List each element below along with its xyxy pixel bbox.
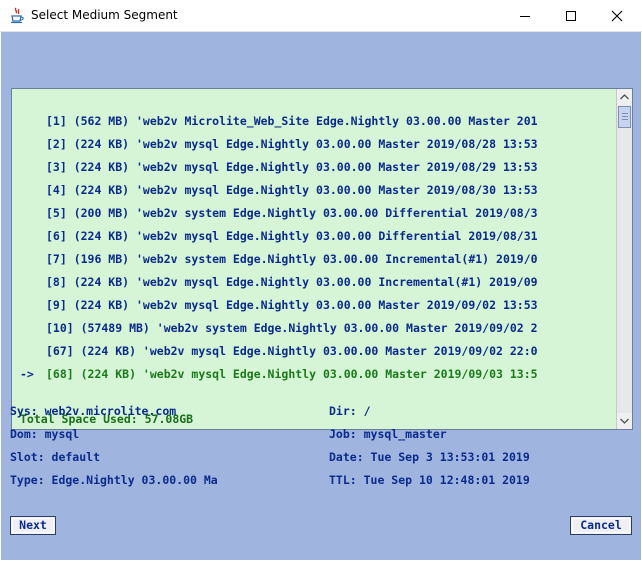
- close-icon: [611, 10, 623, 22]
- segment-list-rows: [1] (562 MB) 'web2v Microlite_Web_Site E…: [12, 109, 616, 385]
- list-item-text: [67] (224 KB) 'web2v mysql Edge.Nightly …: [46, 344, 538, 358]
- list-item[interactable]: [1] (562 MB) 'web2v Microlite_Web_Site E…: [12, 109, 616, 132]
- list-item[interactable]: [67] (224 KB) 'web2v mysql Edge.Nightly …: [12, 339, 616, 362]
- title-bar[interactable]: Select Medium Segment: [0, 0, 642, 32]
- next-button[interactable]: Next: [10, 516, 56, 535]
- list-item-text: [5] (200 MB) 'web2v system Edge.Nightly …: [46, 206, 538, 220]
- list-item[interactable]: [8] (224 KB) 'web2v mysql Edge.Nightly 0…: [12, 270, 616, 293]
- list-item-text: [8] (224 KB) 'web2v mysql Edge.Nightly 0…: [46, 275, 538, 289]
- chevron-down-icon: [620, 418, 629, 424]
- list-item-text: [68] (224 KB) 'web2v mysql Edge.Nightly …: [46, 367, 538, 381]
- job-field: Job: mysql_master: [329, 427, 447, 441]
- window-title: Select Medium Segment: [31, 8, 178, 22]
- list-item-text: [9] (224 KB) 'web2v mysql Edge.Nightly 0…: [46, 298, 538, 312]
- scroll-thumb[interactable]: [618, 106, 631, 128]
- minimize-icon: [520, 16, 530, 17]
- list-item[interactable]: [4] (224 KB) 'web2v mysql Edge.Nightly 0…: [12, 178, 616, 201]
- sys-field: Sys: web2v.microlite.com: [10, 404, 177, 418]
- close-button[interactable]: [594, 0, 640, 31]
- chevron-up-icon: [620, 94, 629, 100]
- type-field: Type: Edge.Nightly 03.00.00 Ma: [10, 473, 218, 487]
- minimize-button[interactable]: [502, 0, 548, 31]
- dom-field: Dom: mysql: [10, 427, 80, 441]
- cancel-button[interactable]: Cancel: [570, 516, 632, 535]
- list-item[interactable]: [2] (224 KB) 'web2v mysql Edge.Nightly 0…: [12, 132, 616, 155]
- date-field: Date: Tue Sep 3 13:53:01 2019: [329, 450, 530, 464]
- dir-field: Dir: /: [329, 404, 371, 418]
- list-item[interactable]: [3] (224 KB) 'web2v mysql Edge.Nightly 0…: [12, 155, 616, 178]
- maximize-button[interactable]: [548, 0, 594, 31]
- list-item-text: [1] (562 MB) 'web2v Microlite_Web_Site E…: [46, 114, 538, 128]
- slot-field: Slot: default: [10, 450, 101, 464]
- list-item[interactable]: [5] (200 MB) 'web2v system Edge.Nightly …: [12, 201, 616, 224]
- list-item[interactable]: [9] (224 KB) 'web2v mysql Edge.Nightly 0…: [12, 293, 616, 316]
- segment-list[interactable]: [1] (562 MB) 'web2v Microlite_Web_Site E…: [11, 88, 633, 430]
- list-item-text: [7] (196 MB) 'web2v system Edge.Nightly …: [46, 252, 538, 266]
- selection-marker: ->: [20, 367, 34, 381]
- list-item[interactable]: -> [68] (224 KB) 'web2v mysql Edge.Nightl…: [12, 362, 616, 385]
- list-item-text: [10] (57489 MB) 'web2v system Edge.Night…: [46, 321, 538, 335]
- scroll-up-button[interactable]: [617, 89, 632, 105]
- maximize-icon: [566, 11, 576, 21]
- list-item-text: [3] (224 KB) 'web2v mysql Edge.Nightly 0…: [46, 160, 538, 174]
- vertical-scrollbar[interactable]: [616, 89, 632, 429]
- java-coffee-cup-icon: [11, 7, 24, 24]
- dialog-body: [1] (562 MB) 'web2v Microlite_Web_Site E…: [1, 32, 641, 560]
- list-item[interactable]: [10] (57489 MB) 'web2v system Edge.Night…: [12, 316, 616, 339]
- list-item[interactable]: [6] (224 KB) 'web2v mysql Edge.Nightly 0…: [12, 224, 616, 247]
- list-item-text: [2] (224 KB) 'web2v mysql Edge.Nightly 0…: [46, 137, 538, 151]
- list-item[interactable]: [7] (196 MB) 'web2v system Edge.Nightly …: [12, 247, 616, 270]
- list-item-text: [4] (224 KB) 'web2v mysql Edge.Nightly 0…: [46, 183, 538, 197]
- list-item-text: [6] (224 KB) 'web2v mysql Edge.Nightly 0…: [46, 229, 538, 243]
- ttl-field: TTL: Tue Sep 10 12:48:01 2019: [329, 473, 530, 487]
